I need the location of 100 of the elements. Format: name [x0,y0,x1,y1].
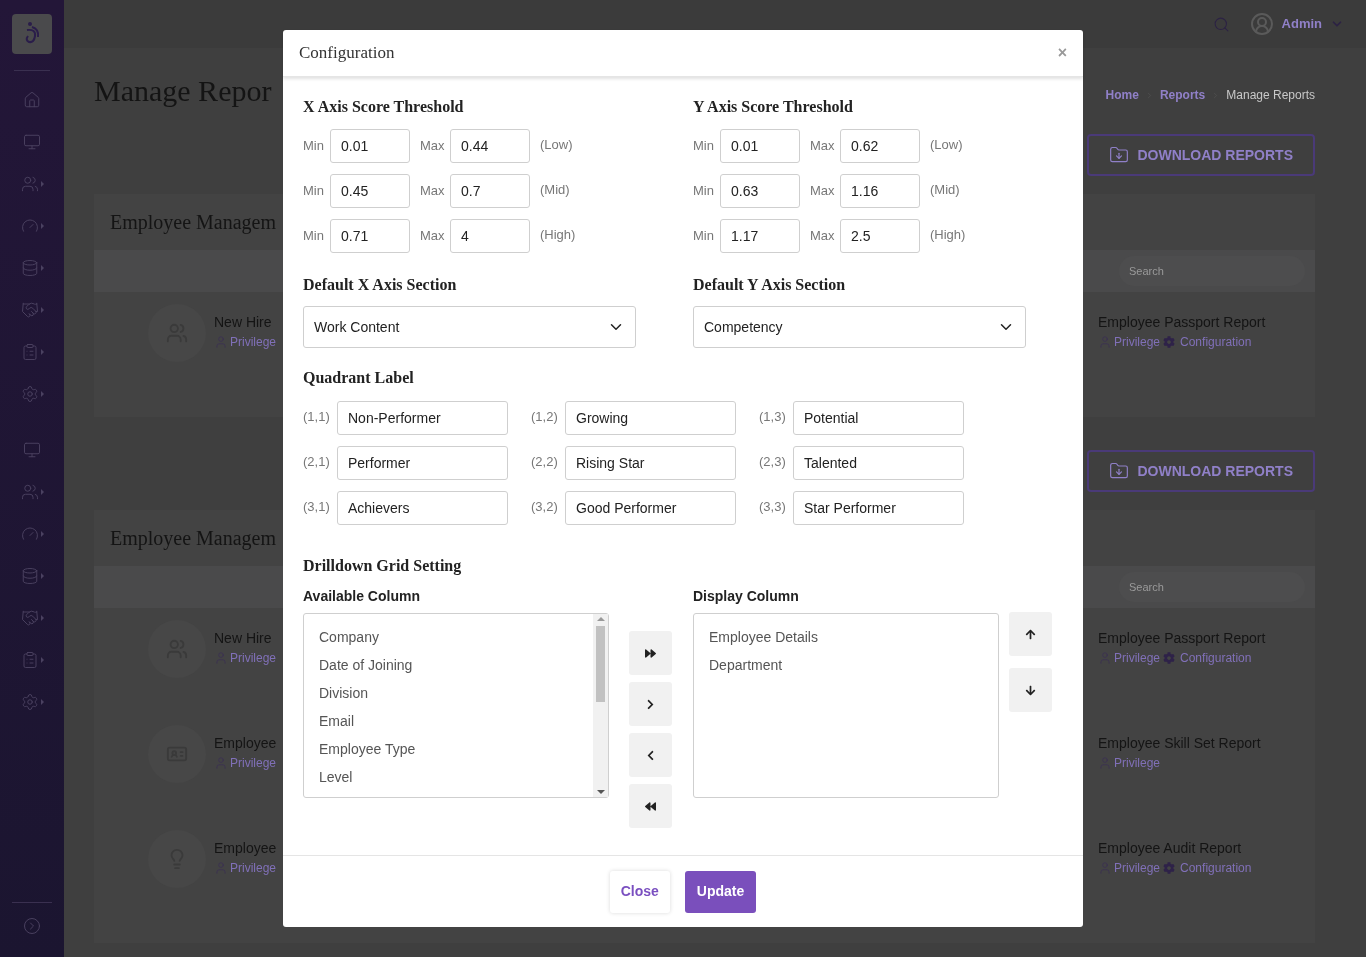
min-label: Min [693,137,715,155]
max-label: Max [810,227,836,245]
move-down-icon [1025,684,1036,696]
breadcrumb-link[interactable]: Manage Reports [1226,86,1315,104]
section-heading: Default Y Axis Section [693,275,847,295]
move-left-button[interactable] [629,733,672,777]
list-item[interactable]: Employee Details [709,628,998,647]
max-label: Max [810,137,836,155]
quadrant-index: (2,3) [759,453,787,471]
text-field[interactable]: 1.16 [840,174,920,208]
gear-icon [1163,862,1176,874]
band-label: (Mid) [930,181,960,199]
move-left-icon [645,749,656,761]
text-field[interactable]: Performer [337,446,508,480]
text-field[interactable]: 0.63 [720,174,800,208]
min-label: Min [303,182,325,200]
nav-icon[interactable] [20,693,39,711]
nav-icon[interactable] [20,343,39,361]
min-label: Min [303,137,325,155]
move-up-button[interactable] [1009,612,1052,656]
section-heading: Quadrant Label [303,368,415,388]
dialog-title: Configuration [299,42,395,65]
text-field[interactable]: 0.44 [450,129,530,163]
text-field[interactable]: 0.01 [720,129,800,163]
nav-icon[interactable] [20,217,39,235]
quadrant-index: (3,2) [531,498,559,516]
expand-icon[interactable] [23,917,41,935]
text-field[interactable]: Growing [565,401,736,435]
text-field[interactable]: Good Performer [565,491,736,525]
section-heading: Default X Axis Section [303,275,458,295]
max-label: Max [420,227,446,245]
nav-icon[interactable] [20,525,39,543]
gear-icon [1163,652,1176,664]
text-field[interactable]: Talented [793,446,964,480]
nav-icon[interactable] [23,133,41,151]
text-field[interactable]: 2.5 [840,219,920,253]
nav-icon[interactable] [20,483,39,501]
band-label: (High) [930,226,966,244]
quadrant-index: (1,3) [759,408,787,426]
text-field[interactable]: 0.62 [840,129,920,163]
text-field[interactable]: Achievers [337,491,508,525]
nav-icon[interactable] [20,651,39,669]
text-field[interactable]: Rising Star [565,446,736,480]
section-heading: Y Axis Score Threshold [693,97,854,117]
close-button[interactable]: Close [609,870,670,913]
band-label: (Mid) [540,181,570,199]
nav-icon[interactable] [20,609,39,627]
section-heading: X Axis Score Threshold [303,97,465,117]
move-right-button[interactable] [629,682,672,726]
move-all-left-button[interactable] [629,784,672,828]
move-up-icon [1025,628,1036,640]
folder-icon [1109,145,1130,165]
min-label: Min [693,227,715,245]
text-field[interactable]: 1.17 [720,219,800,253]
text-field[interactable]: 4 [450,219,530,253]
text-field[interactable]: Star Performer [793,491,964,525]
move-all-left-icon [645,800,656,812]
search-icon[interactable] [1212,15,1230,33]
max-label: Max [420,182,446,200]
nav-icon[interactable] [20,385,39,403]
update-button[interactable]: Update [684,870,757,913]
quadrant-index: (1,1) [303,408,331,426]
nav-icon[interactable] [23,91,41,109]
list-item[interactable]: Department [709,656,998,675]
list-label: Display Column [693,587,800,606]
section-heading: Drilldown Grid Setting [303,556,463,576]
list-item[interactable]: Employee Type [319,740,593,759]
scrollbar[interactable] [593,614,608,797]
list-item[interactable]: Division [319,684,593,703]
nav-icon[interactable] [20,301,39,319]
text-field[interactable]: 0.71 [330,219,410,253]
text-field[interactable]: 0.01 [330,129,410,163]
text-field[interactable]: Potential [793,401,964,435]
quadrant-index: (3,3) [759,498,787,516]
min-label: Min [693,182,715,200]
logo-tile[interactable] [12,14,52,54]
max-label: Max [810,182,836,200]
nav-icon[interactable] [23,441,41,459]
text-field[interactable]: 0.7 [450,174,530,208]
list-item[interactable]: Company [319,628,593,647]
text-field[interactable]: Non-Performer [337,401,508,435]
move-right-icon [645,698,656,710]
list-item[interactable]: Date of Joining [319,656,593,675]
quadrant-index: (3,1) [303,498,331,516]
select-field[interactable]: Work Content [303,306,636,348]
move-all-right-icon [645,647,656,659]
quadrant-index: (2,1) [303,453,331,471]
nav-icon[interactable] [20,567,39,585]
avatar-icon[interactable] [1249,12,1274,36]
band-label: (Low) [930,136,963,154]
max-label: Max [420,137,446,155]
text-field[interactable]: 0.45 [330,174,410,208]
move-all-right-button[interactable] [629,631,672,675]
list-item[interactable]: Email [319,712,593,731]
nav-icon[interactable] [20,259,39,277]
select-field[interactable]: Competency [693,306,1026,348]
nav-icon[interactable] [20,175,39,193]
band-label: (Low) [540,136,573,154]
list-item[interactable]: Level [319,768,593,787]
move-down-button[interactable] [1009,668,1052,712]
